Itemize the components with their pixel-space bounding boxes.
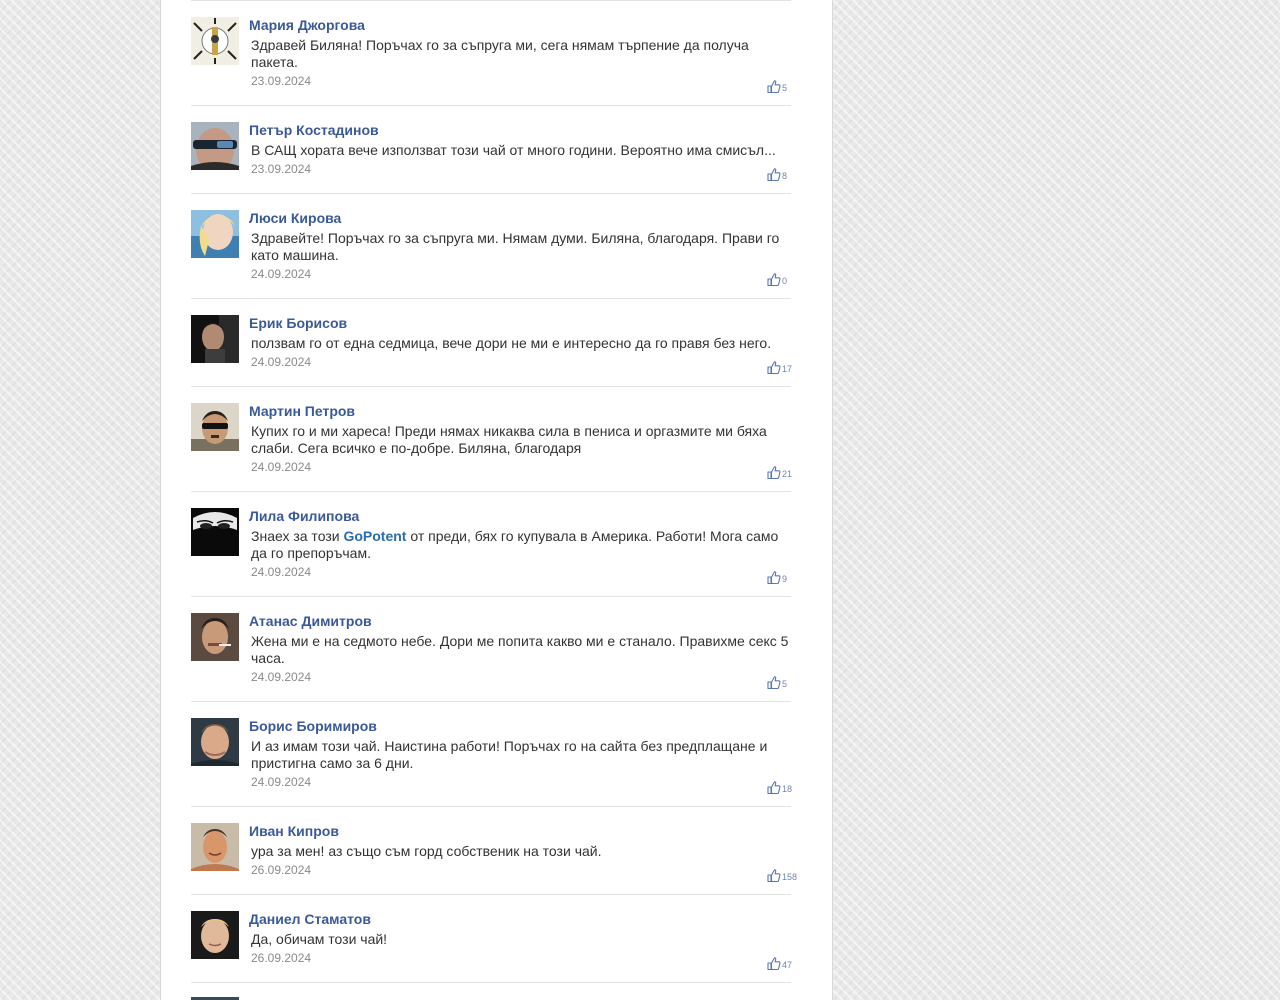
comment-text: В САЩ хората вече използват този чай от … xyxy=(251,142,776,158)
like-count: 5 xyxy=(782,83,788,93)
avatar[interactable] xyxy=(191,823,239,871)
comment-author[interactable]: Мария Джоргова xyxy=(249,17,365,33)
like-button[interactable]: 47 xyxy=(767,956,792,970)
comment-text: Здравей Биляна! Поръчах го за съпруга ми… xyxy=(251,37,749,70)
comment-text: Купих го и ми хареса! Преди нямах никакв… xyxy=(251,423,767,456)
comment-date: 24.09.2024 xyxy=(251,670,312,684)
avatar[interactable] xyxy=(191,508,239,556)
comment-text: Жена ми е на седмото небе. Дори ме попит… xyxy=(251,633,789,666)
comment-date: 23.09.2024 xyxy=(251,74,312,88)
comment-item: Люси Кирова Здравейте! Поръчах го за съп… xyxy=(191,194,791,299)
like-count: 18 xyxy=(782,784,793,794)
comment-text: Знаех за този GoPotent от преди, бях го … xyxy=(251,528,791,562)
like-button[interactable]: 0 xyxy=(767,272,787,286)
thumbs-up-icon xyxy=(767,869,781,882)
thumbs-up-icon xyxy=(767,80,781,93)
thumbs-up-icon xyxy=(767,676,781,689)
avatar[interactable] xyxy=(191,613,239,661)
comment-date: 24.09.2024 xyxy=(251,565,312,579)
thumbs-up-icon xyxy=(767,361,781,374)
comment-text-part: Знаех за този xyxy=(251,528,344,544)
like-button[interactable]: 9 xyxy=(767,570,787,584)
product-link[interactable]: GoPotent xyxy=(343,528,406,544)
comment-text: ползвам го от една седмица, вече дори не… xyxy=(251,335,772,351)
like-count: 5 xyxy=(782,679,788,689)
comment-author[interactable]: Люси Кирова xyxy=(249,210,341,226)
thumbs-up-icon xyxy=(767,781,781,794)
comment-date: 23.09.2024 xyxy=(251,162,312,176)
comment-item: Ерик Борисов ползвам го от една седмица,… xyxy=(191,299,792,387)
comment-author[interactable]: Ерик Борисов xyxy=(249,315,347,331)
comment-text: И аз имам този чай. Наистина работи! Пор… xyxy=(251,738,768,771)
comment-date: 26.09.2024 xyxy=(251,863,312,877)
like-count: 17 xyxy=(782,364,793,374)
comment-item: Петър Костадинов В САЩ хората вече изпол… xyxy=(191,106,791,194)
comment-item: Атанас Димитров Жена ми е на седмото неб… xyxy=(191,597,791,702)
avatar[interactable] xyxy=(191,122,239,170)
thumbs-up-icon xyxy=(767,273,781,286)
comment-item: Лила Филипова Знаех за този GoPotent от … xyxy=(191,492,791,597)
comment-author[interactable]: Даниел Стаматов xyxy=(249,911,371,927)
avatar[interactable] xyxy=(191,403,239,451)
avatar[interactable] xyxy=(191,911,239,959)
comment-date: 24.09.2024 xyxy=(251,267,312,281)
like-count: 0 xyxy=(782,276,788,286)
comments-panel: Мария Джоргова Здравей Биляна! Поръчах г… xyxy=(160,0,833,1000)
comment-author[interactable]: Иван Кипров xyxy=(249,823,339,839)
comment-item: Даниел Стаматов Да, обичам този чай! 26.… xyxy=(191,895,792,983)
comment-item: Мария Джоргова Здравей Биляна! Поръчах г… xyxy=(191,1,791,106)
thumbs-up-icon xyxy=(767,957,781,970)
like-button[interactable]: 158 xyxy=(767,868,797,882)
avatar[interactable] xyxy=(191,718,239,766)
avatar[interactable] xyxy=(191,210,239,258)
comment-date: 26.09.2024 xyxy=(251,951,312,965)
like-button[interactable]: 17 xyxy=(767,360,792,374)
like-button[interactable]: 5 xyxy=(767,79,787,93)
comment-author[interactable]: Мартин Петров xyxy=(249,403,355,419)
like-count: 21 xyxy=(782,469,793,479)
comment-item: Мартин Петров Купих го и ми хареса! Пред… xyxy=(191,387,792,492)
comment-date: 24.09.2024 xyxy=(251,460,312,474)
thumbs-up-icon xyxy=(767,466,781,479)
like-count: 9 xyxy=(782,574,788,584)
comment-date: 24.09.2024 xyxy=(251,355,312,369)
thumbs-up-icon xyxy=(767,571,781,584)
comment-author[interactable]: Лила Филипова xyxy=(249,508,359,524)
like-button[interactable]: 5 xyxy=(767,675,787,689)
comment-text: ура за мен! аз също съм горд собственик … xyxy=(251,843,602,859)
avatar[interactable] xyxy=(191,17,239,65)
like-button[interactable]: 21 xyxy=(767,465,792,479)
like-button[interactable]: 18 xyxy=(767,780,792,794)
like-count: 8 xyxy=(782,171,788,181)
comment-date: 24.09.2024 xyxy=(251,775,312,789)
comment-item: Иван Кипров ура за мен! аз също съм горд… xyxy=(191,807,797,895)
comment-author[interactable]: Борис Боримиров xyxy=(249,718,377,734)
like-count: 158 xyxy=(782,872,798,882)
comment-item: Борис Боримиров И аз имам този чай. Наис… xyxy=(191,702,792,807)
avatar[interactable] xyxy=(191,315,239,363)
comment-author[interactable]: Атанас Димитров xyxy=(249,613,372,629)
comment-text: Здравейте! Поръчах го за съпруга ми. Ням… xyxy=(251,230,780,263)
thumbs-up-icon xyxy=(767,168,781,181)
like-count: 47 xyxy=(782,960,793,970)
comment-author[interactable]: Петър Костадинов xyxy=(249,122,379,138)
comment-text: Да, обичам този чай! xyxy=(251,931,388,947)
like-button[interactable]: 8 xyxy=(767,167,787,181)
